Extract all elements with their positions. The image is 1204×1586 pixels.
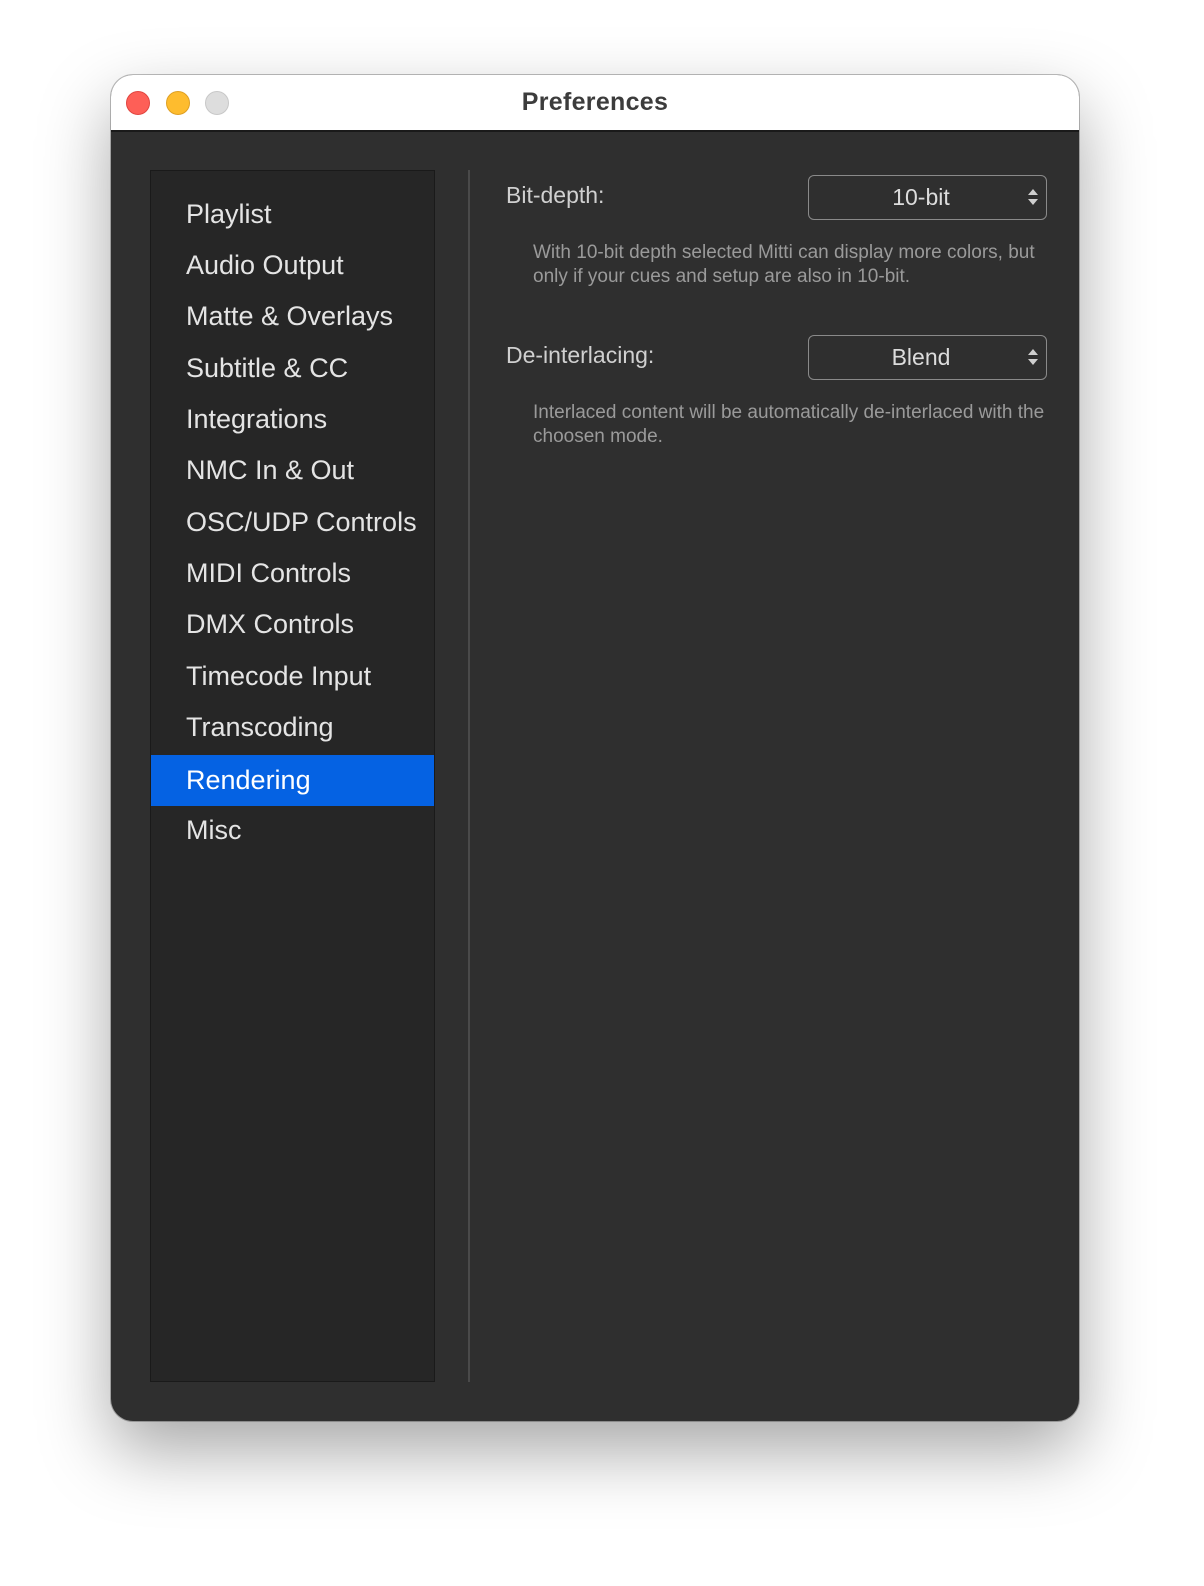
sidebar-item-transcoding[interactable]: Transcoding [151,702,434,753]
preferences-window: Preferences Playlist Audio Output Matte … [111,75,1079,1421]
bit-depth-value: 10-bit [892,184,950,210]
sidebar-item-subtitle-cc[interactable]: Subtitle & CC [151,343,434,394]
sidebar-item-nmc-in-out[interactable]: NMC In & Out [151,445,434,496]
bit-depth-help: With 10-bit depth selected Mitti can dis… [533,242,1035,287]
sidebar-item-midi-controls[interactable]: MIDI Controls [151,548,434,599]
bit-depth-popup[interactable]: 10-bit [808,175,1047,220]
sidebar-item-audio-output[interactable]: Audio Output [151,240,434,291]
window-title: Preferences [521,88,669,116]
up-down-chevron-icon [1028,189,1038,205]
sidebar-item-osc-udp-controls[interactable]: OSC/UDP Controls [151,497,434,548]
sidebar-item-dmx-controls[interactable]: DMX Controls [151,599,434,650]
sidebar-item-misc[interactable]: Misc [151,805,434,856]
deinterlacing-help: Interlaced content will be automatically… [533,402,1045,447]
sidebar-item-integrations[interactable]: Integrations [151,394,434,445]
sidebar-item-matte-overlays[interactable]: Matte & Overlays [151,291,434,342]
deinterlacing-value: Blend [891,344,951,370]
sidebar-item-playlist[interactable]: Playlist [151,189,434,240]
sidebar-item-timecode-input[interactable]: Timecode Input [151,651,434,702]
up-down-chevron-icon [1028,349,1038,365]
deinterlacing-label: De-interlacing: [506,342,655,368]
bit-depth-label: Bit-depth: [506,182,605,208]
title-bar: Preferences [111,75,1079,132]
preferences-sidebar: Playlist Audio Output Matte & Overlays S… [150,170,435,1382]
deinterlacing-popup[interactable]: Blend [808,335,1047,380]
sidebar-item-rendering[interactable]: Rendering [151,755,434,806]
panel-divider [468,170,470,1382]
